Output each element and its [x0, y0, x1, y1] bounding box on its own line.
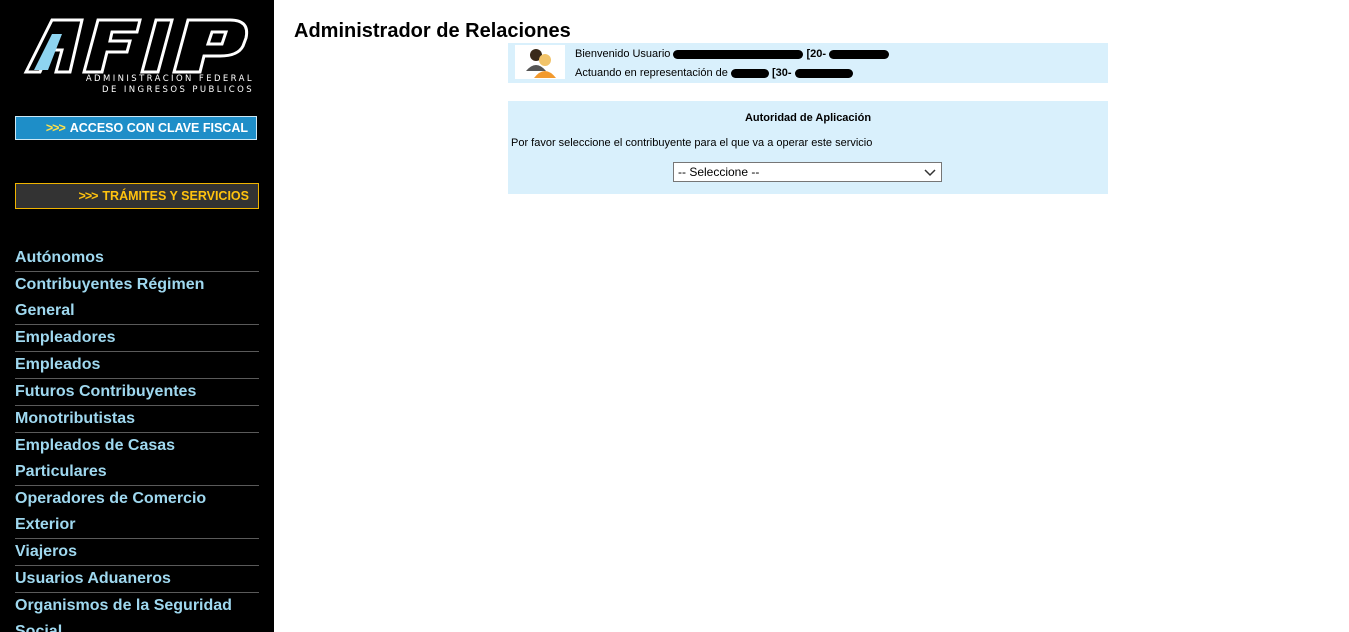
contribuyente-select[interactable]: -- Seleccione --: [673, 162, 942, 182]
authority-instruction: Por favor seleccione el contribuyente pa…: [511, 137, 873, 149]
sidebar-item-empleados[interactable]: Empleados: [15, 352, 259, 379]
sidebar-item-operadores-comercio-exterior[interactable]: Operadores de Comercio Exterior: [15, 486, 259, 539]
sidebar-item-usuarios-aduaneros[interactable]: Usuarios Aduaneros: [15, 566, 259, 593]
page-title: Administrador de Relaciones: [294, 20, 571, 42]
sidebar-item-viajeros[interactable]: Viajeros: [15, 539, 259, 566]
sidebar-item-autonomos[interactable]: Autónomos: [15, 245, 259, 272]
sidebar-item-organismos-seguridad-social[interactable]: Organismos de la Seguridad Social: [15, 593, 259, 632]
tramites-servicios-label: TRÁMITES Y SERVICIOS: [102, 189, 249, 203]
sidebar-item-contribuyentes-regimen-general[interactable]: Contribuyentes Régimen General: [15, 272, 259, 325]
sidebar-item-futuros-contribuyentes[interactable]: Futuros Contribuyentes: [15, 379, 259, 406]
representation-label: Actuando en representación de: [575, 67, 728, 79]
sidebar: ADMINISTRACION FEDERAL DE INGRESOS PUBLI…: [0, 0, 274, 632]
sidebar-item-empleadores[interactable]: Empleadores: [15, 325, 259, 352]
tramites-servicios-button[interactable]: >>> TRÁMITES Y SERVICIOS: [15, 183, 259, 209]
authority-panel: Autoridad de Aplicación Por favor selecc…: [508, 101, 1108, 194]
redacted-company-cuit: [794, 68, 853, 78]
redacted-cuit: [829, 49, 890, 59]
logo-subtitle-1: ADMINISTRACION FEDERAL: [85, 74, 254, 84]
logo-subtitle-2: DE INGRESOS PUBLICOS: [102, 85, 254, 95]
welcome-line: Bienvenido Usuario [20-: [575, 48, 890, 60]
sidebar-item-empleados-casas-particulares[interactable]: Empleados de Casas Particulares: [15, 433, 259, 486]
authority-title: Autoridad de Aplicación: [744, 112, 872, 124]
arrows-icon: >>>: [78, 189, 99, 203]
welcome-id: [20-: [806, 48, 827, 60]
chevron-down-icon: [924, 169, 936, 177]
sidebar-item-monotributistas[interactable]: Monotributistas: [15, 406, 259, 433]
representation-id: [30-: [772, 67, 792, 79]
arrows-icon: >>>: [45, 121, 66, 135]
user-info-panel: Bienvenido Usuario [20- Actuando en repr…: [508, 43, 1108, 83]
representation-line: Actuando en representación de [30-: [575, 67, 853, 79]
contribuyente-select-value: -- Seleccione --: [678, 165, 760, 179]
redacted-company: [730, 68, 769, 78]
users-icon: [515, 45, 565, 79]
welcome-label: Bienvenido Usuario: [575, 48, 671, 60]
redacted-username: [673, 49, 804, 59]
clave-fiscal-label: ACCESO CON CLAVE FISCAL: [69, 121, 248, 135]
clave-fiscal-button[interactable]: >>> ACCESO CON CLAVE FISCAL: [15, 116, 257, 140]
sidebar-nav: Autónomos Contribuyentes Régimen General…: [15, 245, 259, 632]
